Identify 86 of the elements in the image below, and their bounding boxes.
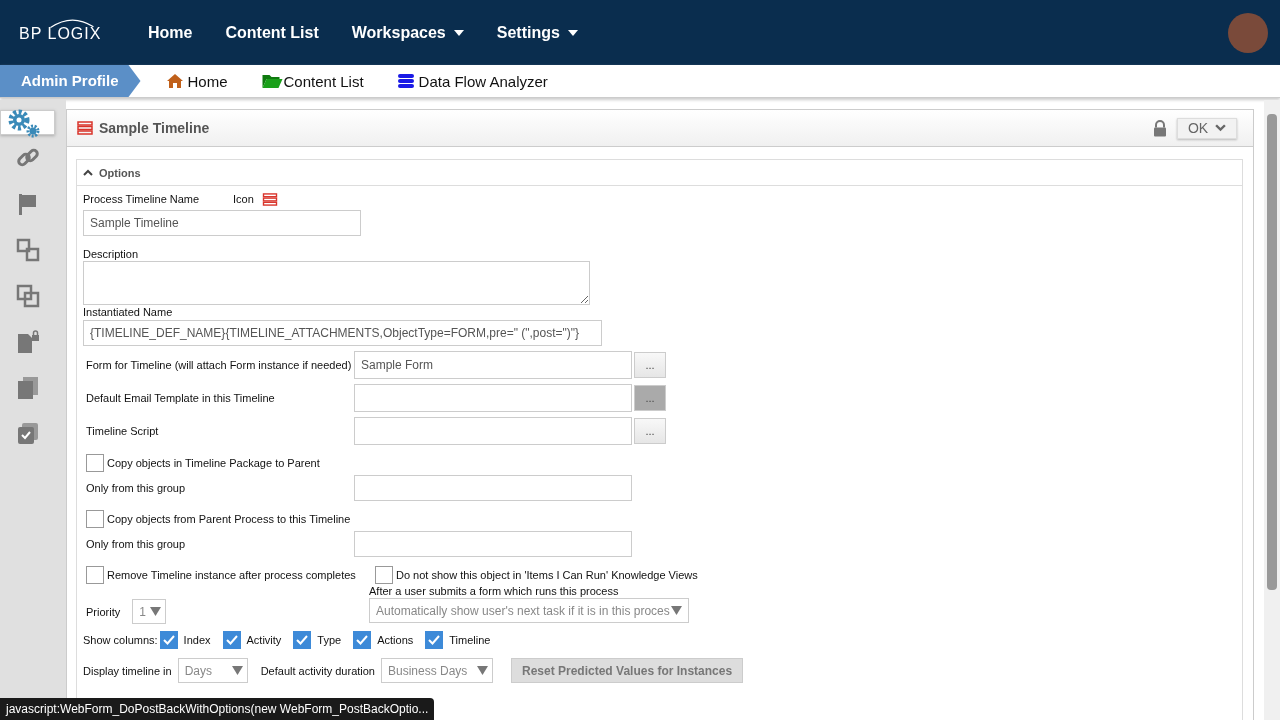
dropdown-arrow-icon bbox=[231, 666, 243, 675]
ok-button[interactable]: OK bbox=[1177, 117, 1237, 139]
house-icon bbox=[166, 73, 183, 89]
breadcrumb-link[interactable]: Content List bbox=[261, 72, 364, 90]
panel-title: Sample Timeline bbox=[99, 120, 210, 136]
priority-dropdown[interactable]: 1 bbox=[132, 599, 167, 624]
user-avatar[interactable] bbox=[1228, 12, 1268, 53]
section-header[interactable]: Options bbox=[77, 160, 1242, 186]
folder-icon bbox=[261, 73, 283, 89]
checkbox-label: Type bbox=[317, 634, 342, 646]
checkbox[interactable] bbox=[86, 454, 104, 472]
locked-document-icon bbox=[15, 330, 40, 354]
breadcrumb-link[interactable]: Data Flow Analyzer bbox=[397, 72, 548, 90]
picker-input-field[interactable] bbox=[354, 417, 632, 445]
browse-button[interactable]: ... bbox=[634, 352, 666, 378]
overlapping-squares-icon bbox=[15, 284, 40, 308]
group-input-field[interactable] bbox=[354, 475, 632, 501]
checkbox-label: Remove Timeline instance after process completes bbox=[107, 569, 356, 581]
logo-arc-icon bbox=[49, 16, 95, 29]
logo[interactable]: BP LOGIX bbox=[19, 16, 103, 43]
checkbox-label: Activity bbox=[246, 634, 282, 646]
field-label: Default activity duration bbox=[260, 664, 375, 677]
checkbox-label: Copy objects in Timeline Package to Parent bbox=[107, 457, 320, 469]
field-label: Show columns: bbox=[83, 634, 158, 646]
checkbox[interactable] bbox=[222, 631, 241, 649]
nav-menu-item[interactable]: Workspaces bbox=[351, 23, 464, 42]
checkbox-label: Timeline bbox=[449, 634, 491, 646]
check-icon bbox=[428, 635, 441, 645]
checkbox[interactable] bbox=[86, 510, 104, 528]
nav-menu-item[interactable]: Content List bbox=[225, 23, 319, 42]
display-unit-dropdown[interactable]: Days bbox=[177, 658, 248, 683]
duration-dropdown[interactable]: Business Days bbox=[381, 658, 493, 683]
checkbox[interactable] bbox=[86, 566, 104, 584]
field-label: Default Email Template in this Timeline bbox=[85, 392, 276, 404]
checkbox-label: Copy objects from Parent Process to this Timeline bbox=[107, 513, 351, 525]
caret-icon bbox=[567, 29, 578, 36]
status-bar-url: javascript:WebForm_DoPostBackWithOptions(new WebForm_PostBackOptio... bbox=[0, 698, 435, 720]
checkbox[interactable] bbox=[159, 631, 178, 649]
sidebar-tab[interactable] bbox=[0, 110, 55, 135]
database-icon bbox=[397, 73, 414, 89]
field-label: Priority bbox=[86, 605, 121, 618]
field-label: Timeline Script bbox=[85, 425, 160, 437]
after-submit-dropdown[interactable]: Automatically show user's next task if it is in this proces bbox=[369, 598, 689, 623]
picker-input-field[interactable]: Sample Form bbox=[354, 351, 632, 379]
group-input-field[interactable] bbox=[354, 531, 632, 557]
check-icon bbox=[296, 635, 309, 645]
scrollbar[interactable] bbox=[1264, 100, 1280, 720]
field-label: Only from this group bbox=[85, 538, 187, 550]
breadcrumb-link[interactable]: Home bbox=[166, 72, 228, 90]
field-label: Only from this group bbox=[85, 482, 187, 494]
check-icon bbox=[225, 635, 238, 645]
copy-icon bbox=[15, 376, 40, 400]
check-icon bbox=[162, 635, 175, 645]
timeline-icon[interactable] bbox=[261, 192, 278, 206]
browse-button[interactable]: ... bbox=[634, 385, 666, 411]
browse-button[interactable]: ... bbox=[634, 418, 666, 444]
checkbox-label: Index bbox=[183, 634, 211, 646]
checkbox[interactable] bbox=[353, 631, 372, 649]
checkbox-label: Actions bbox=[377, 634, 414, 646]
dropdown-arrow-icon bbox=[477, 666, 488, 675]
picker-input-field[interactable] bbox=[354, 384, 632, 412]
instantiated-name-input-field[interactable]: {TIMELINE_DEF_NAME}{TIMELINE_ATTACHMENTS,ObjectType=FORM,pre=" (",post=")"} bbox=[83, 320, 602, 346]
checkbox-label: Do not show this object in 'Items I Can Run' Knowledge Views bbox=[396, 569, 698, 581]
gears-icon bbox=[7, 107, 41, 138]
field-label: Form for Timeline (will attach Form instance if needed) bbox=[85, 359, 353, 371]
name-input-field[interactable]: Sample Timeline bbox=[83, 210, 361, 236]
field-label: After a user submits a form which runs this process bbox=[369, 585, 620, 597]
checkbox[interactable] bbox=[425, 631, 444, 649]
field-label: Icon bbox=[233, 193, 254, 205]
nav-menu-item[interactable]: Home bbox=[148, 23, 193, 42]
check-icon bbox=[356, 635, 369, 645]
field-label: Description bbox=[83, 248, 140, 260]
field-label: Instantiated Name bbox=[83, 306, 174, 318]
chevron-down-icon bbox=[1215, 124, 1227, 132]
squares-icon bbox=[15, 238, 40, 262]
dropdown-arrow-icon bbox=[671, 606, 682, 615]
checkbox[interactable] bbox=[375, 566, 393, 584]
field-label: Display timeline in bbox=[83, 664, 172, 677]
checkbox[interactable] bbox=[293, 631, 312, 649]
checked-document-icon bbox=[15, 422, 40, 446]
caret-icon bbox=[453, 29, 464, 36]
chevron-icon bbox=[83, 169, 93, 176]
field-label: Process Timeline Name bbox=[83, 193, 201, 205]
dropdown-arrow-icon bbox=[150, 607, 162, 616]
timeline-icon bbox=[77, 121, 93, 135]
nav-menu-item[interactable]: Settings bbox=[496, 23, 578, 42]
